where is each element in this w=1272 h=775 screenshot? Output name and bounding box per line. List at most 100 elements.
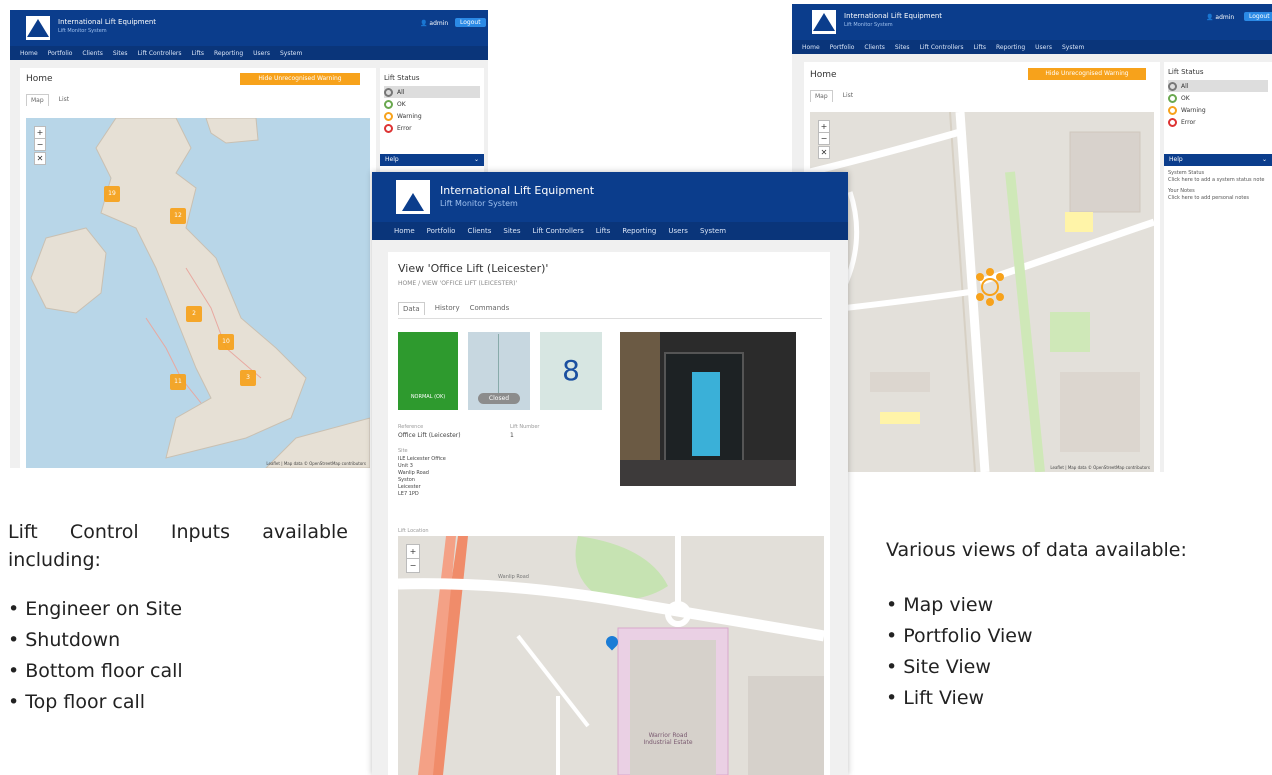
address-line: Syston xyxy=(398,477,415,483)
status-option-ok[interactable]: OK xyxy=(1168,92,1268,104)
nav-item-lift-controllers[interactable]: Lift Controllers xyxy=(138,50,182,57)
map-attribution: Leaflet | Map data © OpenStreetMap contr… xyxy=(1050,465,1150,470)
nav-item-home[interactable]: Home xyxy=(802,44,820,51)
zoom-out-button[interactable]: − xyxy=(818,132,830,145)
status-label: Warning xyxy=(1181,106,1206,114)
site-label: Site xyxy=(398,448,408,454)
status-text: NORMAL (OK) xyxy=(410,394,446,400)
brand-title: International Lift Equipment Lift Monito… xyxy=(440,184,594,208)
app-logo xyxy=(396,180,430,214)
status-option-ok[interactable]: OK xyxy=(384,98,480,110)
street-map[interactable]: + − ✕ Leaflet | Map data © OpenStreetMap… xyxy=(810,112,1154,472)
nav-item-sites[interactable]: Sites xyxy=(113,50,128,57)
nav-item-clients[interactable]: Clients xyxy=(864,44,885,51)
zoom-in-button[interactable]: + xyxy=(406,544,420,559)
zoom-out-button[interactable]: − xyxy=(406,558,420,573)
nav-item-lift-controllers[interactable]: Lift Controllers xyxy=(920,44,964,51)
nav-item-sites[interactable]: Sites xyxy=(895,44,910,51)
brand-name: International Lift Equipment xyxy=(440,184,595,197)
app-header: International Lift Equipment Lift Monito… xyxy=(372,172,848,222)
status-option-error[interactable]: Error xyxy=(384,122,480,134)
nav-item-portfolio[interactable]: Portfolio xyxy=(48,50,73,57)
list-item: Bottom floor call xyxy=(8,656,348,687)
photo-door xyxy=(692,372,720,456)
nav-item-portfolio[interactable]: Portfolio xyxy=(427,227,456,235)
status-option-error[interactable]: Error xyxy=(1168,116,1268,128)
tab-commands[interactable]: Commands xyxy=(470,302,510,315)
map-cluster[interactable]: 19 xyxy=(104,186,120,202)
page-title: Home xyxy=(810,70,837,80)
home-panel: Home Hide Unrecognised Warning Map List xyxy=(804,62,1160,472)
map-cluster[interactable]: 2 xyxy=(186,306,202,322)
brand-title: International Lift Equipment Lift Monito… xyxy=(844,12,942,28)
nav-item-lift-controllers[interactable]: Lift Controllers xyxy=(532,227,583,235)
nav-item-system[interactable]: System xyxy=(280,50,302,57)
nav-item-system[interactable]: System xyxy=(700,227,726,235)
nav-item-system[interactable]: System xyxy=(1062,44,1084,51)
app-logo xyxy=(26,16,50,40)
uk-map[interactable]: + − ✕ 19 12 2 10 11 3 Leaflet | Map data… xyxy=(26,118,370,468)
nav-item-clients[interactable]: Clients xyxy=(467,227,491,235)
reset-view-icon[interactable]: ✕ xyxy=(34,152,46,165)
app-header: International Lift Equipment Lift Monito… xyxy=(10,10,488,46)
map-cluster[interactable]: 3 xyxy=(240,370,256,386)
help-panel-header[interactable]: Help ⌄ xyxy=(380,154,484,166)
right-caption-heading: Various views of data available: xyxy=(886,539,1187,561)
left-caption-list: Engineer on Site Shutdown Bottom floor c… xyxy=(8,594,348,718)
lift-number-value: 1 xyxy=(510,432,514,439)
tab-map[interactable]: Map xyxy=(810,90,833,102)
breadcrumb[interactable]: HOME / VIEW 'OFFICE LIFT (LEICESTER)' xyxy=(398,280,517,287)
nav-item-home[interactable]: Home xyxy=(394,227,415,235)
nav-item-home[interactable]: Home xyxy=(20,50,38,57)
warning-toggle-button[interactable]: Hide Unrecognised Warning xyxy=(1028,68,1146,80)
nav-item-users[interactable]: Users xyxy=(253,50,270,57)
logout-button[interactable]: Logout xyxy=(1244,12,1272,21)
nav-item-users[interactable]: Users xyxy=(1035,44,1052,51)
status-option-warning[interactable]: Warning xyxy=(384,110,480,122)
ok-icon xyxy=(384,99,393,109)
main-nav: Home Portfolio Clients Sites Lift Contro… xyxy=(10,46,488,60)
right-caption-list: Map view Portfolio View Site View Lift V… xyxy=(886,590,1266,714)
nav-item-users[interactable]: Users xyxy=(668,227,688,235)
zoom-out-button[interactable]: − xyxy=(34,138,46,151)
page-title: View 'Office Lift (Leicester)' xyxy=(398,262,549,275)
warning-toggle-button[interactable]: Hide Unrecognised Warning xyxy=(240,73,360,85)
tab-data[interactable]: Data xyxy=(398,302,425,315)
nav-item-reporting[interactable]: Reporting xyxy=(214,50,243,57)
nav-item-reporting[interactable]: Reporting xyxy=(622,227,656,235)
status-option-all[interactable]: All xyxy=(1168,80,1268,92)
nav-item-lifts[interactable]: Lifts xyxy=(596,227,611,235)
map-attribution: Leaflet | Map data © OpenStreetMap contr… xyxy=(266,461,366,466)
map-cluster[interactable]: 12 xyxy=(170,208,186,224)
error-icon xyxy=(384,123,393,133)
nav-item-clients[interactable]: Clients xyxy=(82,50,103,57)
view-tabs: Map List xyxy=(810,90,853,102)
nav-item-lifts[interactable]: Lifts xyxy=(191,50,204,57)
help-label: Help xyxy=(1169,156,1183,163)
brand-title: International Lift Equipment Lift Monito… xyxy=(58,18,156,34)
tab-list[interactable]: List xyxy=(59,94,70,106)
nav-item-sites[interactable]: Sites xyxy=(503,227,520,235)
user-menu[interactable]: 👤 admin xyxy=(420,20,448,27)
user-menu[interactable]: 👤 admin xyxy=(1206,14,1234,21)
tab-divider xyxy=(398,318,822,319)
logout-button[interactable]: Logout xyxy=(455,18,486,27)
nav-item-lifts[interactable]: Lifts xyxy=(973,44,986,51)
lift-location-map[interactable]: + − Wanlip Road Warrior Road Industrial … xyxy=(398,536,824,775)
nav-item-reporting[interactable]: Reporting xyxy=(996,44,1025,51)
tab-map[interactable]: Map xyxy=(26,94,49,106)
reference-label: Reference xyxy=(398,424,424,430)
main-nav: Home Portfolio Clients Sites Lift Contro… xyxy=(372,222,848,240)
status-option-all[interactable]: All xyxy=(384,86,480,98)
reference-value: Office Lift (Leicester) xyxy=(398,432,461,439)
nav-item-portfolio[interactable]: Portfolio xyxy=(830,44,855,51)
map-cluster[interactable]: 10 xyxy=(218,334,234,350)
help-panel-header[interactable]: Help ⌄ xyxy=(1164,154,1272,166)
address-line: ILE Leicester Office xyxy=(398,456,446,462)
tab-list[interactable]: List xyxy=(843,90,854,102)
reset-view-icon[interactable]: ✕ xyxy=(818,146,830,159)
tab-history[interactable]: History xyxy=(435,302,460,315)
status-option-warning[interactable]: Warning xyxy=(1168,104,1268,116)
brand-name: International Lift Equipment xyxy=(58,18,157,26)
map-cluster[interactable]: 11 xyxy=(170,374,186,390)
